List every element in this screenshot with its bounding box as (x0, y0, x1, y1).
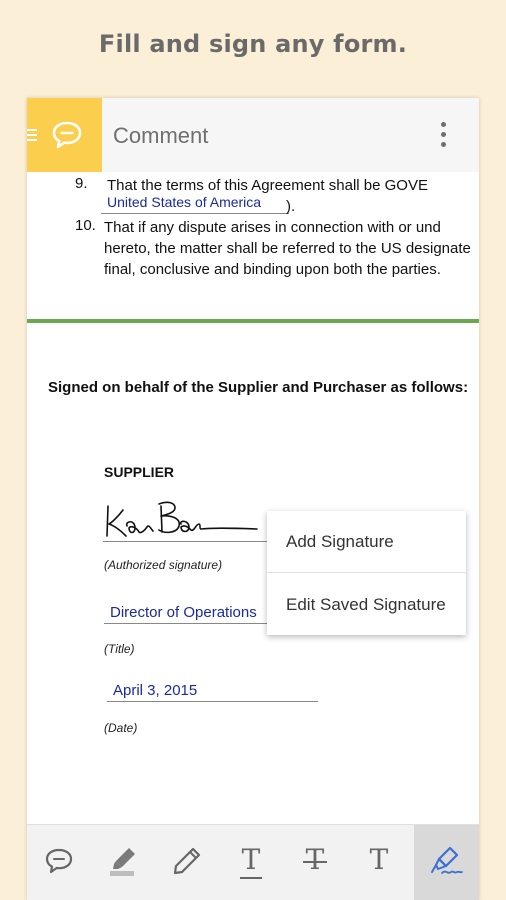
signature-pen-icon (431, 846, 463, 874)
document-page[interactable]: 9. That the terms of this Agreement shal… (27, 172, 479, 824)
governing-law-field[interactable]: United States of America (101, 194, 289, 214)
app-bar: Comment (27, 98, 479, 172)
underline-text-tool[interactable]: T (219, 825, 283, 900)
annotation-toolbar: T T T (27, 824, 479, 900)
date-field[interactable]: April 3, 2015 (107, 682, 318, 702)
clause-9-closing: ). (286, 198, 296, 215)
date-caption: (Date) (104, 721, 138, 735)
edit-saved-signature-menu-item[interactable]: Edit Saved Signature (286, 595, 446, 615)
comment-bubble-icon (52, 121, 82, 149)
popup-divider (267, 572, 466, 573)
handwritten-signature[interactable] (101, 498, 261, 542)
app-screen: Comment 9. That the terms of this Agreem… (27, 98, 479, 900)
underline-text-icon: T (241, 843, 261, 876)
drawer-menu-icon[interactable] (27, 129, 37, 144)
signature-line (103, 541, 267, 542)
app-title: Comment (113, 123, 209, 148)
add-text-tool[interactable]: T (347, 825, 411, 900)
authorized-signature-caption: (Authorized signature) (104, 558, 223, 572)
overflow-menu-icon[interactable] (433, 122, 453, 152)
pencil-icon (173, 847, 201, 875)
strikethrough-text-tool[interactable]: T (283, 825, 347, 900)
signature-tool[interactable] (414, 825, 479, 900)
signature-popup-menu: Add Signature Edit Saved Signature (267, 511, 466, 635)
headline: Fill and sign any form. (98, 30, 408, 58)
highlighter-icon (110, 848, 135, 876)
clause-10-line-2: hereto, the matter shall be referred to … (104, 240, 471, 257)
clause-9-number: 9. (75, 175, 88, 192)
comment-icon (45, 848, 73, 874)
comment-tool[interactable] (27, 825, 91, 900)
signed-heading: Signed on behalf of the Supplier and Pur… (48, 379, 469, 396)
title-caption: (Title) (104, 642, 135, 656)
clause-10-line-1: That if any dispute arises in connection… (104, 219, 441, 236)
add-signature-menu-item[interactable]: Add Signature (286, 532, 394, 552)
comment-mode-button[interactable] (27, 98, 102, 172)
pencil-tool[interactable] (155, 825, 219, 900)
clause-9-text: That the terms of this Agreement shall b… (107, 177, 428, 194)
strikethrough-text-icon: T (305, 843, 325, 876)
clause-10-number: 10. (75, 217, 96, 234)
add-text-icon: T (369, 843, 389, 876)
section-divider (27, 319, 479, 323)
highlighter-tool[interactable] (91, 825, 155, 900)
supplier-label: SUPPLIER (104, 464, 175, 480)
clause-10-line-3: final, conclusive and binding upon both … (104, 261, 441, 278)
